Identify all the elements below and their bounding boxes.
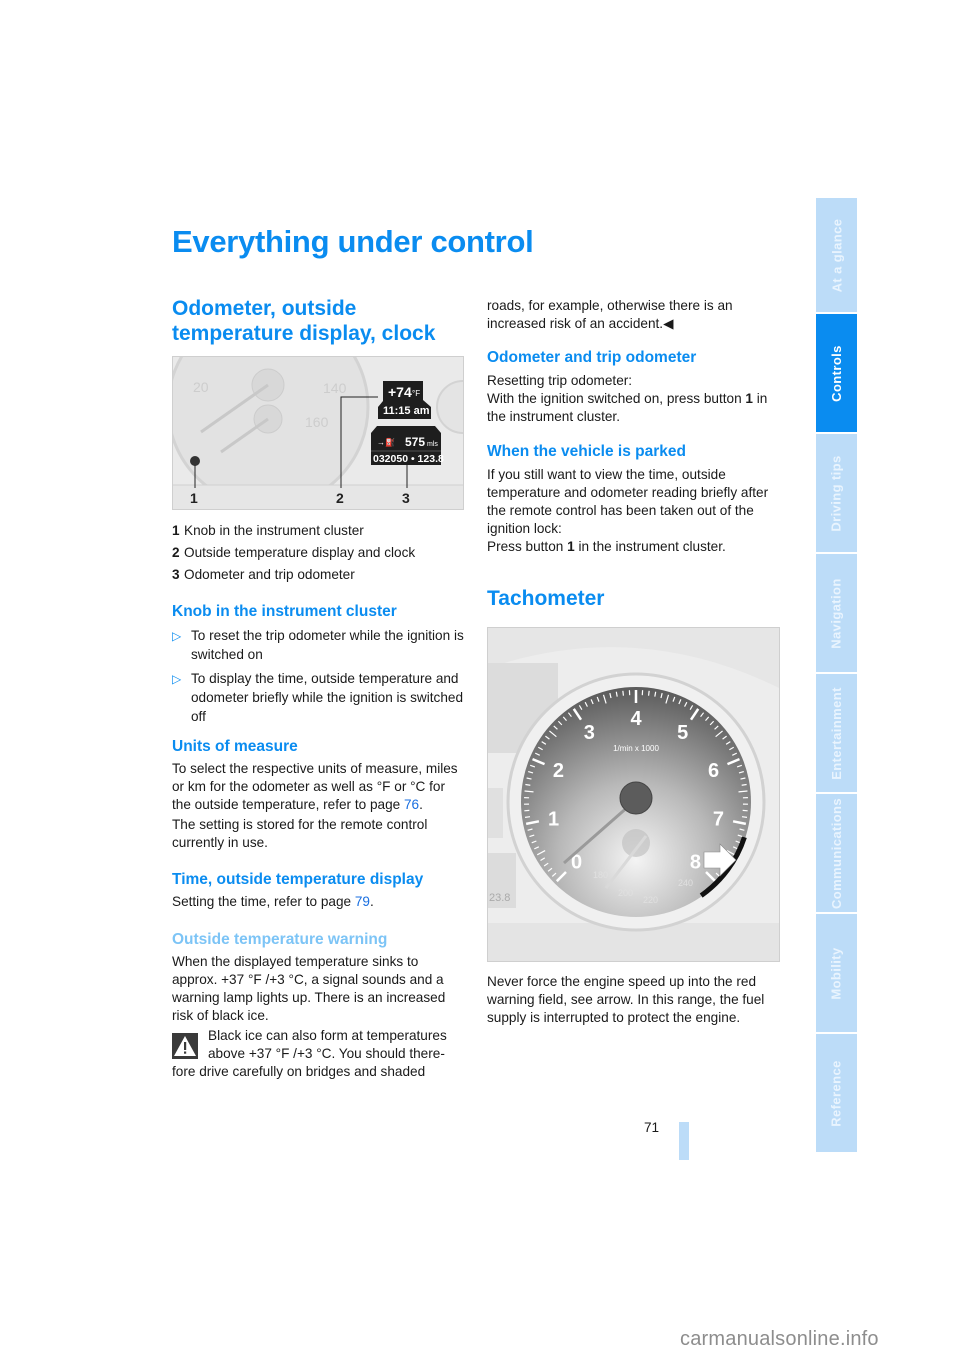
speed-label: 240 [678, 878, 693, 888]
tachometer-tick [525, 783, 531, 786]
tachometer-tick [524, 816, 531, 818]
tachometer-number: 8 [690, 851, 701, 873]
parked-instruction: Press button 1 in the instrument cluster… [487, 539, 726, 554]
sidebar-tab-at-a-glance[interactable]: At a glance [816, 198, 857, 312]
bullet-triangle-icon: ▷ [172, 629, 182, 643]
speed-label: 220 [643, 895, 658, 905]
tachometer-paragraph: Never force the engine speed up into the… [487, 974, 765, 1025]
heading-trip-odometer: Odometer and trip odometer [487, 349, 697, 366]
tachometer-number: 6 [708, 760, 719, 782]
heading-parked: When the vehicle is parked [487, 443, 686, 460]
heading-tachometer: Tachometer [487, 587, 605, 610]
tachometer-number: 2 [553, 760, 564, 782]
needle-hub [619, 781, 653, 815]
tachometer-number: 1 [548, 808, 559, 830]
trip-odometer-line-1: Resetting trip odometer: [487, 373, 633, 388]
sidebar-tab-navigation[interactable]: Navigation [816, 554, 857, 672]
tachometer-tick [741, 783, 747, 786]
sidebar-tab-driving-tips[interactable]: Driving tips [816, 434, 857, 552]
display-range: 575 [405, 435, 425, 449]
speed-label: 200 [618, 888, 633, 898]
legend-item: 3 Odometer and trip odometer [172, 567, 355, 582]
units-paragraph-2: The setting is stored for the remote con… [172, 817, 428, 850]
tachometer-tick [647, 690, 650, 696]
tachometer-figure: 23.8 1/min x 1000 012345678 180 200 220 240 [487, 627, 780, 962]
gauge-label: 20 [193, 379, 209, 395]
end-mark-icon: ◀ [663, 316, 674, 331]
tachometer-unit-label: 1/min x 1000 [613, 744, 659, 753]
heading-temp-warning: Outside temperature warning [172, 931, 388, 948]
list-item: ▷ To display the time, outside temperatu… [172, 671, 464, 724]
instrument-cluster-figure: 20 140 160 +74 °F 11:15 am →⛽ 575 mls 03… [172, 356, 464, 510]
tachometer-number: 4 [630, 708, 642, 730]
callout-3: 3 [402, 490, 410, 506]
section-heading-odometer: Odometer, outside temperature display, c… [172, 297, 436, 345]
page-number: 71 [644, 1120, 660, 1135]
legend-item: 2 Outside temperature display and clock [172, 545, 416, 560]
time-display-paragraph: Setting the time, refer to page 79. [172, 894, 374, 909]
sidebar-tab-controls[interactable]: Controls [816, 314, 857, 432]
page-number-bar [679, 1122, 689, 1160]
trip-odometer-line-2: With the ignition switched on, press but… [487, 391, 768, 424]
gauge-label: 140 [323, 380, 347, 396]
parked-paragraph: If you still want to view the time, outs… [487, 467, 769, 536]
watermark: carmanualsonline.info [680, 1328, 879, 1350]
bullet-triangle-icon: ▷ [172, 672, 182, 686]
warning-text-line-3: fore drive carefully on bridges and shad… [172, 1064, 426, 1079]
warning-text-line-1: Black ice can also form at temperatures [208, 1028, 447, 1043]
legend-item: 1 Knob in the instrument cluster [172, 523, 364, 538]
warning-icon [172, 1033, 198, 1059]
sidebar-tab-entertainment[interactable]: Entertainment [816, 674, 857, 792]
tachometer-number: 5 [677, 722, 688, 744]
heading-time-display: Time, outside temperature display [172, 871, 424, 888]
display-temperature: +74 [388, 384, 412, 400]
page-link-79[interactable]: 79 [355, 894, 370, 909]
units-paragraph: To select the respective units of measur… [172, 761, 458, 812]
sidebar-tab-mobility[interactable]: Mobility [816, 914, 857, 1032]
display-odometer: 032050 • 123.8 [373, 453, 444, 465]
temp-warning-paragraph: When the displayed temperature sinks to … [172, 954, 446, 1023]
fuel-icon: →⛽ [377, 437, 395, 447]
sidebar-tab-reference[interactable]: Reference [816, 1034, 857, 1152]
figure-legend: 1 Knob in the instrument cluster 2 Outsi… [172, 522, 467, 584]
instrument-cluster-illustration: 20 140 160 +74 °F 11:15 am →⛽ 575 mls 03… [173, 357, 463, 509]
knob-bullet-list: ▷ To reset the trip odometer while the i… [172, 626, 467, 726]
warning-text-line-2: above +37 °F /+3 °C. You should there- [208, 1046, 445, 1061]
tachometer-illustration: 23.8 1/min x 1000 012345678 180200220240 [488, 628, 779, 961]
tachometer-number: 3 [584, 722, 595, 744]
tachometer-tick [622, 690, 625, 696]
list-item: ▷ To reset the trip odometer while the i… [172, 628, 464, 662]
side-readout: 23.8 [489, 892, 510, 904]
speed-label: 180 [593, 870, 608, 880]
warning-continued: roads, for example, otherwise there is a… [487, 298, 733, 331]
tachometer-tick [741, 816, 748, 818]
callout-1: 1 [190, 490, 198, 506]
display-temperature-unit: °F [412, 389, 420, 398]
gauge-label: 160 [305, 414, 329, 430]
heading-knob: Knob in the instrument cluster [172, 603, 397, 620]
display-range-unit: mls [427, 441, 438, 448]
sidebar-tab-communications[interactable]: Communications [816, 794, 857, 912]
display-time: 11:15 am [383, 405, 430, 417]
page-title: Everything under control [172, 224, 534, 259]
tachometer-number: 7 [713, 808, 724, 830]
heading-units: Units of measure [172, 738, 298, 755]
callout-2: 2 [336, 490, 344, 506]
page-link-76[interactable]: 76 [404, 797, 419, 812]
